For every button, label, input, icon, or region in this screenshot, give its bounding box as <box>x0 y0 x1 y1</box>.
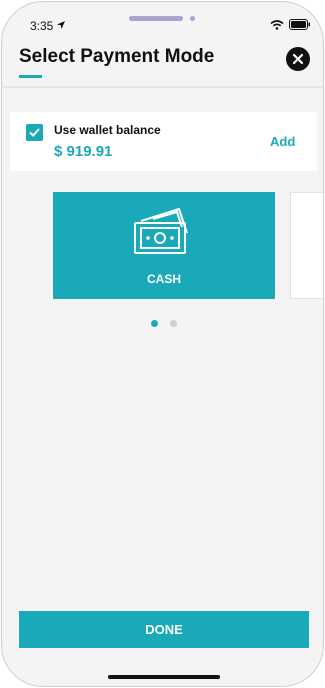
done-button[interactable]: DONE <box>19 611 309 648</box>
status-bar: 3:35 <box>2 2 323 42</box>
payment-card-cash[interactable]: CASH <box>53 192 275 299</box>
notch-dot <box>190 16 195 21</box>
location-arrow-icon <box>57 21 65 29</box>
home-indicator <box>108 675 220 679</box>
title-underline <box>19 75 42 78</box>
notch <box>129 16 183 21</box>
add-money-link[interactable]: Add <box>270 134 295 149</box>
wallet-amount: $ 919.91 <box>54 143 113 160</box>
close-button[interactable] <box>286 47 310 71</box>
wallet-checkbox[interactable] <box>26 124 43 141</box>
check-icon <box>29 128 40 137</box>
header-divider <box>2 86 323 88</box>
close-icon <box>292 53 304 65</box>
pager-dot-active[interactable] <box>151 320 158 327</box>
wallet-label: Use wallet balance <box>54 123 161 137</box>
wallet-row: Use wallet balance $ 919.91 Add <box>10 112 317 171</box>
page-title: Select Payment Mode <box>19 46 215 67</box>
phone-frame: 3:35 Select Payment Mode Use wallet bala… <box>1 1 324 687</box>
cash-icon <box>134 207 188 254</box>
pager-dot[interactable] <box>170 320 177 327</box>
cash-label: CASH <box>146 272 181 286</box>
status-time: 3:35 <box>30 19 54 33</box>
payment-card-next[interactable] <box>290 192 323 299</box>
battery-icon <box>289 19 310 30</box>
wifi-icon <box>270 20 284 30</box>
